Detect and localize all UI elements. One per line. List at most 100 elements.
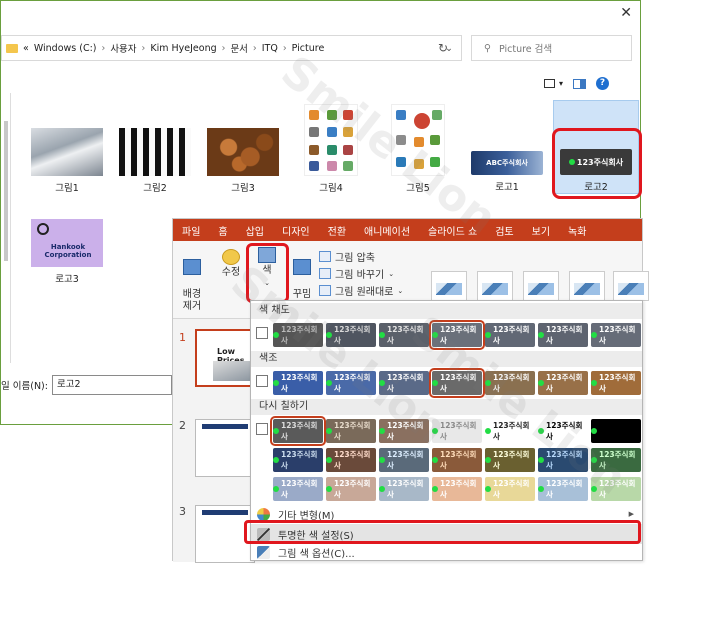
file-item[interactable]: 그림3	[207, 128, 279, 194]
swatch-text: 123주식회사	[546, 325, 583, 345]
file-item[interactable]: 그림4	[304, 104, 358, 194]
search-input[interactable]: ⚲ Picture 검색	[471, 35, 632, 61]
tab-view[interactable]: 보기	[523, 223, 559, 238]
color-swatch[interactable]: 123주식회사	[538, 448, 588, 472]
breadcrumb-drive[interactable]: Windows (C:)	[34, 43, 97, 54]
color-swatch[interactable]: 123주식회사	[432, 419, 482, 443]
color-swatch[interactable]: 123주식회사	[485, 419, 535, 443]
tab-animations[interactable]: 애니메이션	[355, 223, 419, 238]
picture-style-2[interactable]	[477, 271, 513, 301]
breadcrumb-users[interactable]: 사용자	[110, 41, 136, 55]
piano-image	[119, 128, 191, 176]
picture-style-4[interactable]	[569, 271, 605, 301]
logo-mark-icon	[273, 332, 279, 338]
close-button[interactable]: ✕	[620, 5, 632, 21]
corrections-button[interactable]: 수정	[219, 249, 243, 279]
color-swatch[interactable]: 123주식회사	[273, 448, 323, 472]
color-swatch[interactable]: 123주식회사	[485, 477, 535, 501]
reset-picture-label: 그림 원래대로	[335, 287, 394, 298]
file-name: 그림2	[143, 183, 167, 194]
tab-design[interactable]: 디자인	[273, 223, 319, 238]
file-item[interactable]: Hankook Corporation 로고3	[31, 219, 103, 285]
color-swatch[interactable]: 123주식회사	[432, 477, 482, 501]
search-placeholder: Picture 검색	[498, 44, 553, 55]
breadcrumb-picture[interactable]: Picture	[292, 43, 325, 54]
tab-insert[interactable]: 삽입	[237, 223, 273, 238]
change-picture-button[interactable]: 그림 바꾸기 ⌄	[319, 266, 394, 281]
file-item[interactable]: 그림1	[31, 128, 103, 194]
color-swatch[interactable]: 123주식회사	[485, 448, 535, 472]
color-swatch[interactable]: 123주식회사	[591, 448, 641, 472]
color-swatch[interactable]: 123주식회사	[591, 477, 641, 501]
picture-color-options-item[interactable]: 그림 색 옵션(C)...	[251, 542, 642, 562]
color-swatch[interactable]: 123주식회사	[485, 323, 535, 347]
color-swatch[interactable]: 123주식회사	[429, 320, 485, 350]
view-toolbar: ▾ ?	[544, 77, 610, 90]
color-swatch[interactable]: 123주식회사	[326, 477, 376, 501]
color-swatch[interactable]: 123주식회사	[326, 448, 376, 472]
dropdown-arrow-icon[interactable]: ▾	[559, 79, 563, 88]
file-item[interactable]: 그림5	[391, 104, 445, 194]
color-swatch[interactable]: 123주식회사	[379, 419, 429, 443]
color-swatch[interactable]: 123주식회사	[379, 477, 429, 501]
color-swatch[interactable]: 123주식회사	[273, 371, 323, 395]
tab-file[interactable]: 파일	[173, 223, 209, 238]
logo-mark-icon	[273, 380, 279, 386]
filename-input[interactable]: 로고2	[51, 375, 172, 395]
color-swatch[interactable]: 123주식회사	[273, 323, 323, 347]
color-swatch[interactable]: 123주식회사	[538, 419, 588, 443]
tab-slideshow[interactable]: 슬라이드 쇼	[419, 223, 486, 238]
help-icon[interactable]: ?	[596, 77, 610, 90]
color-swatch[interactable]: 123주식회사	[591, 371, 641, 395]
logo-mark-icon	[379, 486, 385, 492]
color-swatch[interactable]: 123주식회사	[591, 419, 641, 443]
color-swatch[interactable]: 123주식회사	[270, 416, 326, 446]
color-swatch[interactable]: 123주식회사	[538, 477, 588, 501]
color-swatch[interactable]: 123주식회사	[326, 323, 376, 347]
color-swatch[interactable]: 123주식회사	[591, 323, 641, 347]
color-swatch[interactable]: 123주식회사	[326, 371, 376, 395]
breadcrumb-itq[interactable]: ITQ	[262, 43, 278, 54]
color-swatch[interactable]: 123주식회사	[538, 371, 588, 395]
reset-picture-button[interactable]: 그림 원래대로 ⌄	[319, 283, 403, 298]
address-bar[interactable]: « Windows (C:) › 사용자 › Kim HyeJeong › 문서…	[1, 35, 462, 61]
swatch-text: 123주식회사	[493, 479, 530, 499]
color-swatch[interactable]: 123주식회사	[485, 371, 535, 395]
remove-background-button[interactable]: 배경 제거	[179, 247, 205, 313]
file-item[interactable]: 그림2	[119, 128, 191, 194]
tab-review[interactable]: 검토	[486, 223, 522, 238]
tab-transitions[interactable]: 전환	[319, 223, 355, 238]
refresh-icon[interactable]: ↻	[438, 41, 448, 55]
breadcrumb-overflow[interactable]: «	[23, 43, 29, 54]
chevron-right-icon: ›	[141, 42, 146, 54]
color-swatch[interactable]: 123주식회사	[379, 323, 429, 347]
compress-pictures-button[interactable]: 그림 압축	[319, 249, 375, 264]
tab-record[interactable]: 녹화	[559, 223, 595, 238]
color-swatch[interactable]: 123주식회사	[538, 323, 588, 347]
preview-pane-icon[interactable]	[573, 78, 587, 89]
breadcrumb-user[interactable]: Kim HyeJeong	[150, 43, 216, 54]
picture-style-3[interactable]	[523, 271, 559, 301]
color-options-icon	[257, 545, 270, 559]
color-swatch[interactable]: 123주식회사	[326, 419, 376, 443]
logo-mark-icon	[432, 380, 438, 386]
swatch-text: 123주식회사	[440, 325, 477, 345]
view-mode-icon[interactable]	[544, 79, 555, 88]
file-item[interactable]: ABC주식회사 로고1	[471, 151, 543, 193]
tab-home[interactable]: 홈	[209, 223, 236, 238]
nav-scrollbar[interactable]	[4, 121, 8, 261]
color-swatch[interactable]: 123주식회사	[273, 477, 323, 501]
color-swatch[interactable]: 123주식회사	[379, 371, 429, 395]
picture-style-1[interactable]	[431, 271, 467, 301]
slide-thumbnail-2[interactable]	[195, 419, 255, 477]
logo-mark-icon	[538, 457, 544, 463]
breadcrumb-documents[interactable]: 문서	[230, 41, 247, 55]
compress-label: 그림 압축	[335, 253, 375, 264]
slide-bar	[202, 510, 248, 515]
logo-mark-icon	[432, 486, 438, 492]
color-swatch[interactable]: 123주식회사	[379, 448, 429, 472]
slide-thumbnail-1[interactable]: Low Prices	[195, 329, 255, 387]
picture-style-5[interactable]	[613, 271, 649, 301]
color-swatch[interactable]: 123주식회사	[429, 368, 485, 398]
color-swatch[interactable]: 123주식회사	[432, 448, 482, 472]
